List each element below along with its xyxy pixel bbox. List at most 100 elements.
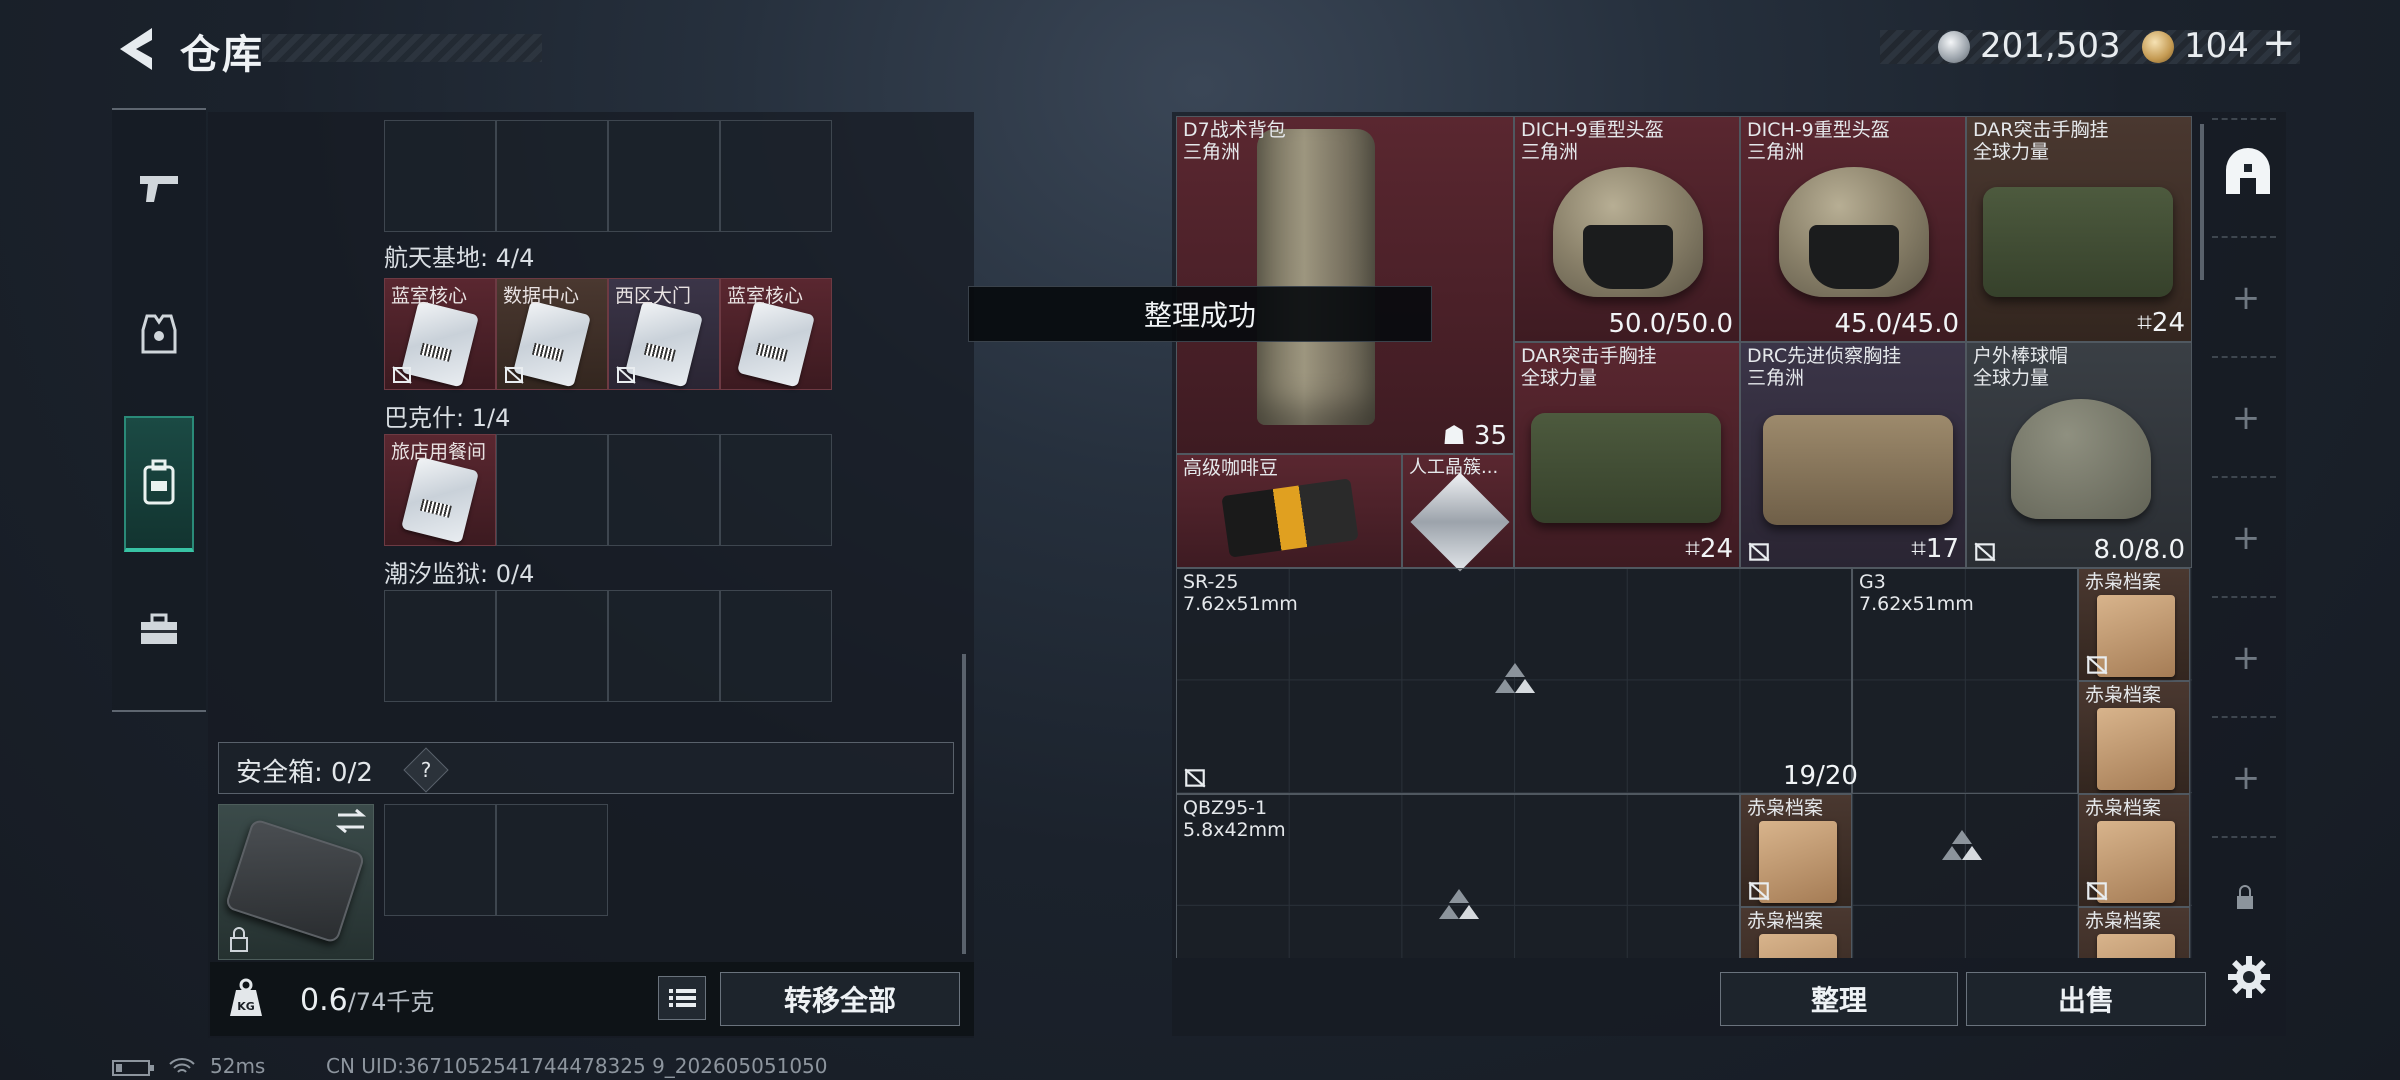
- item-label: 蓝室核心: [727, 285, 804, 307]
- helmet-image: [1779, 167, 1929, 297]
- silver-currency-value: 201,503: [1980, 26, 2121, 66]
- section-title: 航天基地: 4/4: [384, 244, 535, 272]
- keycard-slot[interactable]: 旅店用餐间: [384, 434, 496, 546]
- item-rifle-sr25[interactable]: SR-25 7.62x51mm: [1176, 568, 1852, 794]
- item-dossier[interactable]: 赤枭档案: [2078, 794, 2190, 907]
- gold-currency-value: 104: [2184, 26, 2249, 66]
- help-icon: ?: [420, 758, 432, 782]
- weight-readout: 0.6/74千克: [300, 982, 434, 1018]
- item-capacity: ⌗24: [1685, 534, 1733, 564]
- keycard-slot[interactable]: 数据中心: [496, 278, 608, 390]
- slot[interactable]: [608, 120, 720, 232]
- no-trade-icon: [1974, 542, 1996, 562]
- keycard-slot[interactable]: 蓝室核心: [384, 278, 496, 390]
- silver-coin-icon: [1938, 31, 1970, 63]
- add-stash-tab-button[interactable]: +: [2226, 518, 2266, 558]
- add-stash-tab-button[interactable]: +: [2226, 398, 2266, 438]
- title-decoration: [262, 34, 542, 62]
- item-rifle-qbz95[interactable]: QBZ95-1 5.8x42mm: [1176, 794, 1740, 958]
- list-icon: [669, 989, 696, 1007]
- recon-rig-image: [1763, 415, 1953, 525]
- item-dossier[interactable]: 赤枭档案: [1740, 907, 1852, 958]
- stash-home-icon[interactable]: [2218, 142, 2278, 202]
- item-dossier[interactable]: 赤枭档案: [1740, 794, 1852, 907]
- slot[interactable]: [384, 590, 496, 702]
- item-coffee-beans[interactable]: 高级咖啡豆: [1176, 454, 1402, 568]
- slots-icon: ⌗: [1685, 534, 1700, 564]
- item-name: DAR突击手胸挂 全球力量: [1521, 345, 1657, 389]
- slot[interactable]: [384, 120, 496, 232]
- no-trade-icon: [2086, 881, 2108, 901]
- item-durability: 45.0/45.0: [1834, 309, 1959, 339]
- add-stash-tab-button[interactable]: +: [2226, 758, 2266, 798]
- item-helmet[interactable]: DICH-9重型头盔 三角洲 45.0/45.0: [1740, 116, 1966, 342]
- item-name: 赤枭档案: [2085, 910, 2162, 932]
- item-durability: 50.0/50.0: [1608, 309, 1733, 339]
- slot[interactable]: [496, 590, 608, 702]
- keycard-image: [400, 456, 480, 544]
- sort-button[interactable]: 整理: [1720, 972, 1958, 1026]
- item-magazine: 19/20: [1783, 761, 1858, 791]
- slot[interactable]: [496, 434, 608, 546]
- settings-gear-icon[interactable]: [2226, 954, 2272, 1000]
- item-name: 赤枭档案: [1747, 910, 1824, 932]
- right-scrollbar[interactable]: [2200, 124, 2204, 280]
- dossier-image: [2097, 708, 2175, 790]
- slot[interactable]: [720, 434, 832, 546]
- wifi-icon: [169, 1058, 195, 1073]
- stash-grid: D7战术背包 三角洲 ☗ 35 DICH-9重型头盔 三角洲 50.0/50.0…: [1176, 116, 2192, 958]
- add-currency-button[interactable]: +: [2262, 20, 2296, 66]
- left-scrollbar[interactable]: [962, 654, 966, 954]
- keycard-image: [736, 300, 816, 388]
- rail-weapons[interactable]: [124, 140, 194, 236]
- slot[interactable]: [720, 590, 832, 702]
- back-arrow-icon[interactable]: [112, 22, 162, 76]
- sell-button[interactable]: 出售: [1966, 972, 2206, 1026]
- item-label: 西区大门: [615, 285, 692, 307]
- rail-toolbox[interactable]: [124, 582, 194, 678]
- item-crystal[interactable]: 人工晶簇...: [1402, 454, 1514, 572]
- swap-icon[interactable]: [334, 806, 368, 836]
- slot[interactable]: [384, 804, 496, 916]
- item-name: DICH-9重型头盔 三角洲: [1521, 119, 1664, 163]
- item-durability: 8.0/8.0: [2093, 535, 2185, 565]
- item-helmet[interactable]: DICH-9重型头盔 三角洲 50.0/50.0: [1514, 116, 1740, 342]
- item-dossier[interactable]: 赤枭档案: [2078, 568, 2190, 681]
- weight-current: 0.6: [300, 983, 348, 1018]
- rail-divider: [2212, 118, 2276, 120]
- item-dossier[interactable]: 赤枭档案: [2078, 907, 2190, 958]
- item-dossier[interactable]: 赤枭档案: [2078, 681, 2190, 794]
- item-name: DICH-9重型头盔 三角洲: [1747, 119, 1890, 163]
- slot[interactable]: [608, 434, 720, 546]
- item-chest-rig[interactable]: DAR突击手胸挂 全球力量 ⌗24: [1966, 116, 2192, 342]
- uid-readout: CN UID:3671052541744478325 9_20260505105…: [326, 1054, 828, 1078]
- item-name: 高级咖啡豆: [1183, 457, 1279, 479]
- keycard-slot[interactable]: 蓝室核心: [720, 278, 832, 390]
- slots-icon: ⌗: [2137, 308, 2152, 338]
- rail-equipment[interactable]: [124, 286, 194, 382]
- add-stash-tab-button[interactable]: +: [2226, 278, 2266, 318]
- page-title: 仓库: [180, 32, 264, 78]
- no-trade-icon: [1748, 542, 1770, 562]
- slot[interactable]: [496, 120, 608, 232]
- lock-icon: [230, 927, 248, 952]
- slot[interactable]: [608, 590, 720, 702]
- lock-icon: [2237, 885, 2253, 909]
- item-rifle-g3[interactable]: G3 7.62x51mm 19/20: [1783, 568, 2078, 794]
- no-trade-icon: [504, 366, 524, 384]
- rail-backpack-active[interactable]: [124, 416, 194, 552]
- safe-slots: [384, 804, 608, 916]
- slot[interactable]: [496, 804, 608, 916]
- item-name: 赤枭档案: [2085, 571, 2162, 593]
- item-backpack[interactable]: D7战术背包 三角洲 ☗ 35: [1176, 116, 1514, 454]
- item-name: D7战术背包 三角洲: [1183, 119, 1286, 163]
- keycard-slot[interactable]: 西区大门: [608, 278, 720, 390]
- add-stash-tab-button[interactable]: +: [2226, 638, 2266, 678]
- slot[interactable]: [720, 120, 832, 232]
- item-chest-rig[interactable]: DAR突击手胸挂 全球力量 ⌗24: [1514, 342, 1740, 568]
- item-baseball-cap[interactable]: 户外棒球帽 全球力量 8.0/8.0: [1966, 342, 2192, 568]
- list-view-button[interactable]: [658, 976, 706, 1020]
- transfer-all-button[interactable]: 转移全部: [720, 972, 960, 1026]
- helmet-image: [1553, 167, 1703, 297]
- item-recon-rig[interactable]: DRC先进侦察胸挂 三角洲 ⌗17: [1740, 342, 1966, 568]
